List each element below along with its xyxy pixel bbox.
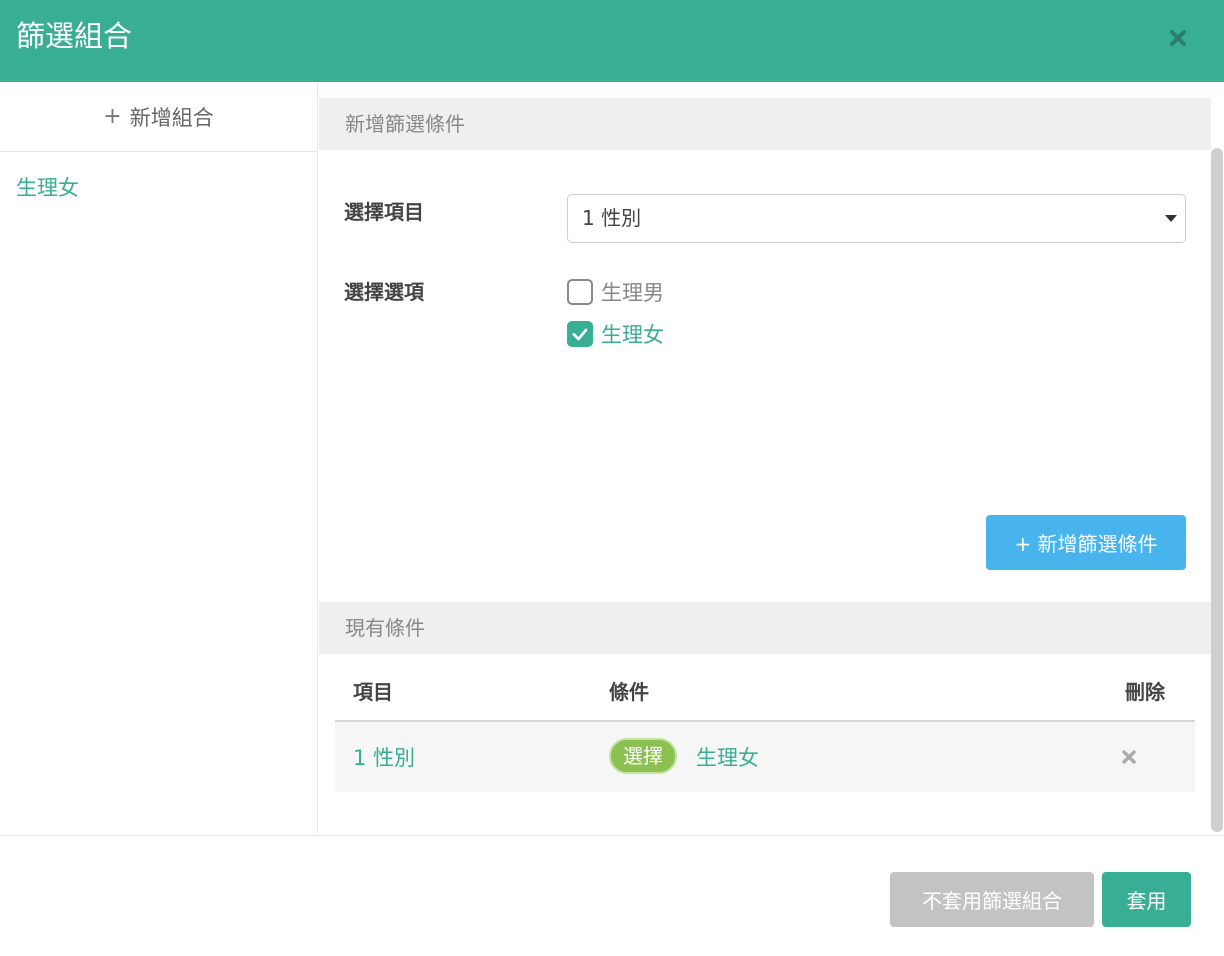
combo-sidebar: + 新增組合 生理女: [0, 82, 318, 834]
delete-row-button[interactable]: [1121, 746, 1137, 770]
table-row: 1 性別 選擇 生理女: [335, 722, 1195, 792]
condition-type-badge: 選擇: [609, 738, 677, 774]
new-condition-section-title: 新增篩選條件: [319, 98, 1211, 150]
option-label-female: 生理女: [601, 323, 664, 347]
delete-x-icon: [1122, 750, 1136, 764]
column-header-delete: 刪除: [1125, 680, 1165, 704]
item-select[interactable]: 1 性別: [567, 194, 1186, 243]
checkbox-checked-icon[interactable]: [567, 321, 593, 347]
apply-button[interactable]: 套用: [1102, 872, 1191, 927]
select-option-label: 選擇選項: [344, 280, 424, 304]
close-icon: [1170, 30, 1186, 46]
checkbox-unchecked-icon[interactable]: [567, 279, 593, 305]
column-header-item: 項目: [353, 680, 393, 704]
existing-conditions-section-title: 現有條件: [319, 602, 1211, 654]
modal-title: 篩選組合: [16, 19, 133, 53]
column-header-condition: 條件: [609, 680, 649, 704]
checkmark-icon: [572, 328, 588, 341]
select-item-label: 選擇項目: [344, 200, 424, 224]
add-combo-button[interactable]: + 新增組合: [0, 82, 317, 152]
option-label-male: 生理男: [601, 281, 664, 305]
add-combo-label: 新增組合: [129, 105, 214, 130]
main-panel: 新增篩選條件 選擇項目 1 性別 選擇選項 生理男 生理女 + 新增篩選條件 現…: [319, 82, 1211, 834]
vertical-scrollbar[interactable]: [1211, 148, 1223, 832]
option-checkbox-female[interactable]: 生理女: [567, 319, 664, 349]
option-checkbox-male[interactable]: 生理男: [567, 277, 664, 307]
modal-header: 篩選組合: [0, 0, 1224, 82]
close-button[interactable]: [1160, 20, 1196, 56]
add-condition-button[interactable]: + 新增篩選條件: [986, 515, 1186, 570]
no-apply-button[interactable]: 不套用篩選組合: [890, 872, 1094, 927]
modal-footer: 不套用篩選組合 套用: [0, 835, 1224, 956]
item-select-value: 1 性別: [582, 206, 642, 230]
conditions-table-header: 項目 條件 刪除: [335, 654, 1195, 722]
row-condition-value: 生理女: [696, 746, 759, 770]
sidebar-item-combo[interactable]: 生理女: [0, 152, 317, 222]
plus-icon: +: [103, 104, 122, 129]
caret-down-icon: [1165, 215, 1177, 222]
row-item-cell: 1 性別: [353, 746, 416, 770]
